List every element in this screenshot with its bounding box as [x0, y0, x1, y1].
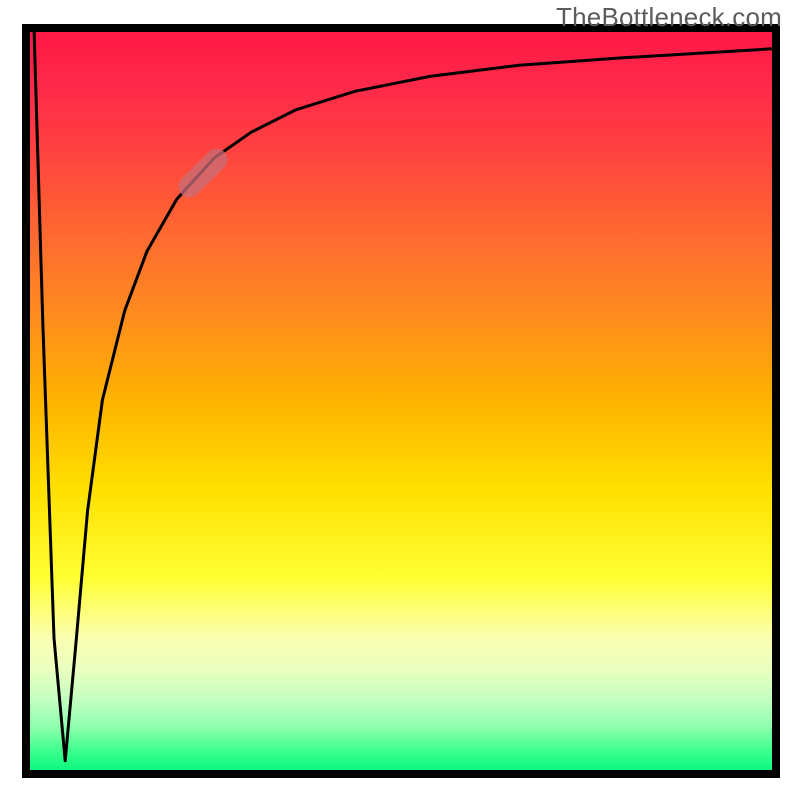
axis-right [772, 24, 780, 778]
bottleneck-curve [28, 28, 772, 772]
chart-root: TheBottleneck.com [0, 0, 800, 800]
watermark-text: TheBottleneck.com [556, 2, 782, 33]
curve-path [34, 28, 772, 761]
axis-left [22, 24, 30, 778]
axis-bottom [22, 770, 780, 778]
